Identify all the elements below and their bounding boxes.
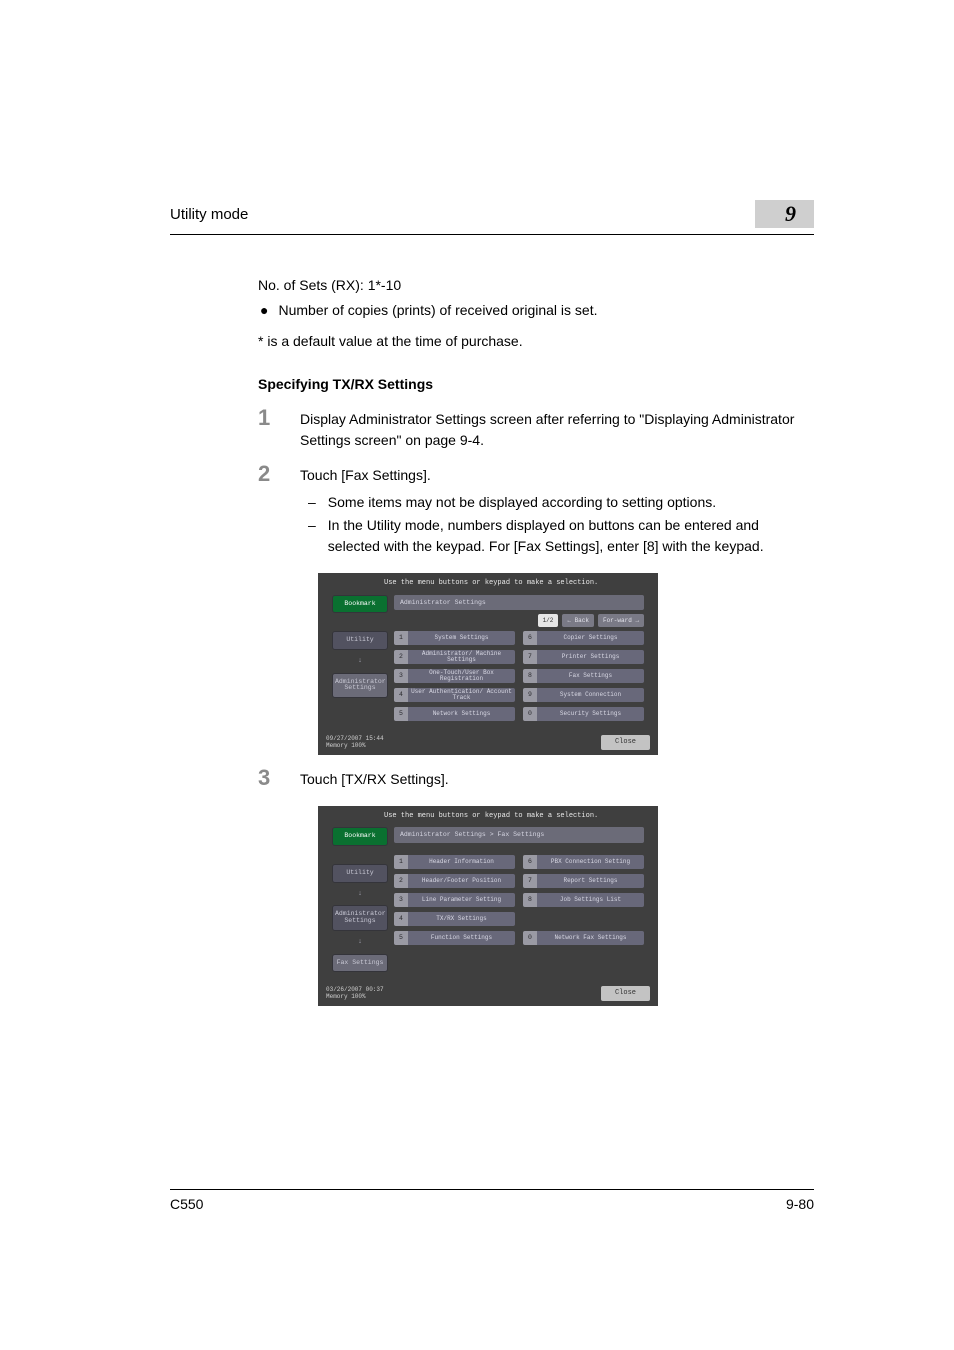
breadcrumb: Administrator Settings > Fax Settings [394, 827, 644, 843]
sets-line: No. of Sets (RX): 1*-10 [258, 275, 814, 296]
screen-instruction: Use the menu buttons or keypad to make a… [384, 811, 650, 822]
arrow-down-icon: ↓ [332, 889, 388, 900]
page-footer: C550 9-80 [170, 1189, 814, 1212]
header-divider [170, 234, 814, 235]
admin-machine-button[interactable]: 2Administrator/ Machine Settings [394, 650, 515, 664]
section-heading: Specifying TX/RX Settings [258, 374, 814, 395]
admin-settings-tab[interactable]: Administrator Settings [332, 905, 388, 931]
utility-tab[interactable]: Utility [332, 864, 388, 883]
forward-button[interactable]: For-ward → [598, 614, 644, 627]
fax-settings-button[interactable]: 8Fax Settings [523, 669, 644, 683]
function-settings-button[interactable]: 5Function Settings [394, 931, 515, 945]
page-indicator: 1/2 [538, 614, 559, 627]
step-number-2: 2 [258, 463, 276, 485]
footer-page-number: 9-80 [786, 1196, 814, 1212]
memory-status: Memory 100% [326, 743, 384, 750]
bookmark-tab[interactable]: Bookmark [332, 595, 388, 614]
step2-sub1: Some items may not be displayed accordin… [328, 492, 716, 513]
job-settings-list-button[interactable]: 8Job Settings List [523, 893, 644, 907]
screen-instruction: Use the menu buttons or keypad to make a… [384, 578, 650, 589]
dash-icon: – [308, 515, 316, 557]
footer-divider [170, 1189, 814, 1190]
admin-settings-screenshot: Use the menu buttons or keypad to make a… [318, 573, 814, 755]
bullet-text: Number of copies (prints) of received or… [278, 300, 597, 321]
page-header: Utility mode 9 [170, 200, 814, 228]
breadcrumb: Administrator Settings [394, 595, 644, 611]
pbx-connection-button[interactable]: 6PBX Connection Setting [523, 855, 644, 869]
bookmark-tab[interactable]: Bookmark [332, 827, 388, 846]
arrow-down-icon: ↓ [332, 937, 388, 948]
back-button[interactable]: ← Back [562, 614, 594, 627]
copier-settings-button[interactable]: 6Copier Settings [523, 631, 644, 645]
header-footer-pos-button[interactable]: 2Header/Footer Position [394, 874, 515, 888]
close-button[interactable]: Close [601, 735, 650, 750]
step2-sub2: In the Utility mode, numbers displayed o… [328, 515, 814, 557]
memory-status: Memory 100% [326, 994, 384, 1001]
arrow-down-icon: ↓ [332, 656, 388, 667]
report-settings-button[interactable]: 7Report Settings [523, 874, 644, 888]
header-info-button[interactable]: 1Header Information [394, 855, 515, 869]
utility-tab[interactable]: Utility [332, 631, 388, 650]
bullet-icon: ● [260, 300, 268, 321]
step-text-3: Touch [TX/RX Settings]. [300, 769, 814, 790]
printer-settings-button[interactable]: 7Printer Settings [523, 650, 644, 664]
network-fax-button[interactable]: 0Network Fax Settings [523, 931, 644, 945]
step-number-1: 1 [258, 407, 276, 429]
fax-settings-screenshot: Use the menu buttons or keypad to make a… [318, 806, 814, 1006]
network-settings-button[interactable]: 5Network Settings [394, 707, 515, 721]
step-number-3: 3 [258, 767, 276, 789]
line-parameter-button[interactable]: 3Line Parameter Setting [394, 893, 515, 907]
step-text-1: Display Administrator Settings screen af… [300, 409, 814, 451]
txrx-settings-button[interactable]: 4TX/RX Settings [394, 912, 515, 926]
close-button[interactable]: Close [601, 986, 650, 1001]
admin-settings-tab[interactable]: Administrator Settings [332, 673, 388, 699]
footer-model: C550 [170, 1196, 203, 1212]
default-note: * is a default value at the time of purc… [258, 331, 814, 352]
fax-settings-tab[interactable]: Fax Settings [332, 954, 388, 973]
user-auth-button[interactable]: 4User Authentication/ Account Track [394, 688, 515, 702]
security-settings-button[interactable]: 0Security Settings [523, 707, 644, 721]
onetouch-box-button[interactable]: 3One-Touch/User Box Registration [394, 669, 515, 683]
dash-icon: – [308, 492, 316, 513]
header-title: Utility mode [170, 206, 248, 223]
chapter-number: 9 [755, 200, 814, 228]
step-text-2: Touch [Fax Settings]. [300, 465, 814, 486]
system-connection-button[interactable]: 9System Connection [523, 688, 644, 702]
system-settings-button[interactable]: 1System Settings [394, 631, 515, 645]
